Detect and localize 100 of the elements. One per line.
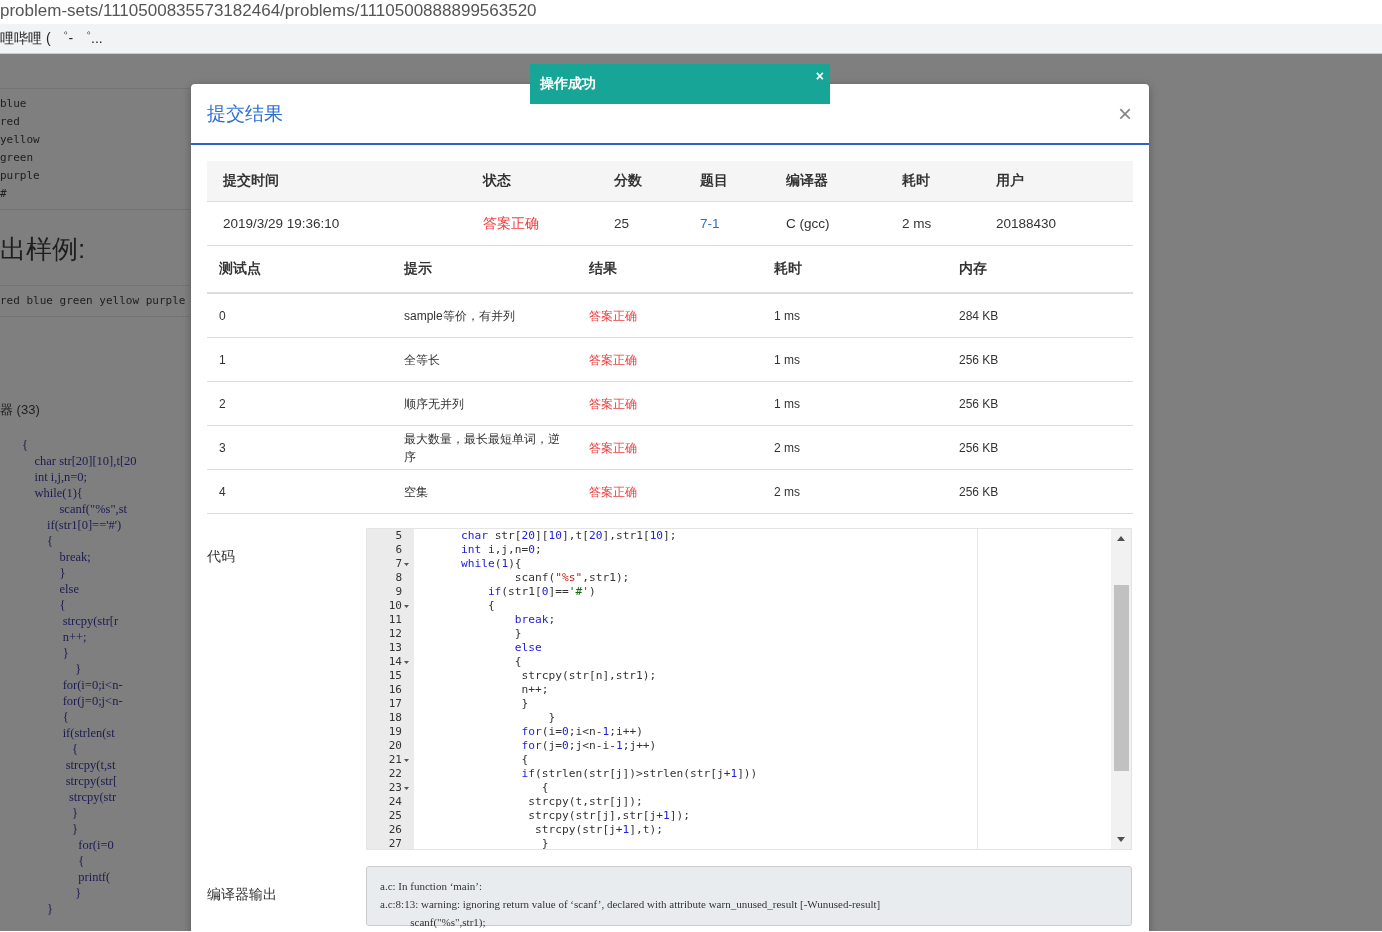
code-line: strcpy(str[j],str[j+1]);: [527, 809, 690, 823]
section-heading: 出样例:: [0, 234, 86, 264]
line-number: 8: [394, 571, 403, 585]
code-line: {: [513, 655, 522, 669]
line-number: 22: [387, 767, 403, 781]
close-button[interactable]: ×: [815, 68, 824, 84]
line-number: 13: [387, 641, 403, 655]
column-header: 用户: [980, 161, 1133, 202]
code-line: {: [520, 753, 529, 767]
code-line: strcpy(str[r: [61, 613, 120, 629]
table-cell: 顺序无并列: [392, 382, 577, 426]
code-line: char str[20][10],t[20: [33, 453, 138, 469]
code-line: {: [61, 709, 70, 725]
code-line: int i,j,n=0;: [33, 469, 89, 485]
table-cell: 256 KB: [947, 426, 1133, 470]
line-number: 10: [367, 599, 414, 613]
line-number: 23: [367, 781, 414, 795]
output-line: scanf("%s",str1);: [409, 915, 487, 930]
code-line: }: [513, 627, 522, 641]
column-header: 状态: [467, 161, 598, 202]
code-line: for(j=0;j<n-: [61, 693, 124, 709]
column-header: 分数: [598, 161, 684, 202]
line-number: 9: [394, 585, 403, 599]
line-number: 11: [387, 613, 403, 627]
status-text: 答案正确: [577, 470, 762, 514]
code-line: char str[20][10],t[20],str1[10];: [459, 529, 677, 543]
column-header: 提交时间: [207, 161, 467, 202]
line-number: 27: [387, 837, 403, 849]
code-line: }: [547, 711, 556, 725]
table-cell: 0: [207, 294, 392, 338]
code-line: n++;: [61, 629, 88, 645]
line-number: 17: [387, 697, 403, 711]
code-line: }: [74, 661, 83, 677]
code-line: }: [520, 697, 529, 711]
table-cell: 1 ms: [762, 294, 947, 338]
status-text: 答案正确: [577, 426, 762, 470]
line-number: 18: [387, 711, 403, 725]
line-number: 19: [387, 725, 403, 739]
code-line: for(i=0;i<n-: [61, 677, 124, 693]
table-cell: 1 ms: [762, 382, 947, 426]
table-cell: 1 ms: [762, 338, 947, 382]
scroll-down-icon[interactable]: [1117, 837, 1125, 843]
sample-line: yellow: [0, 132, 41, 148]
output-line: a.c: In function ‘main’:: [380, 879, 484, 894]
status-text: 答案正确: [577, 338, 762, 382]
table-cell: 全等长: [392, 338, 577, 382]
scrollbar[interactable]: [1111, 529, 1131, 849]
code-line: while(1){: [33, 485, 84, 501]
line-number: 24: [387, 795, 403, 809]
table-cell: 284 KB: [947, 294, 1133, 338]
line-number: 14: [367, 655, 414, 669]
code-line: }: [74, 885, 83, 901]
code-line: for(j=0;j<n-i-1;j++): [520, 739, 657, 753]
table-cell: 1: [207, 338, 392, 382]
code-line: strcpy(t,st: [64, 757, 117, 773]
code-line: int i,j,n=0;: [459, 543, 542, 557]
code-line: strcpy(t,str[j]);: [527, 795, 643, 809]
code-line: {: [46, 533, 54, 549]
toast-message: 操作成功: [540, 75, 596, 93]
code-line: strcpy(str[j+1],t);: [534, 823, 664, 837]
code-line: if(strlen(str[j])>strlen(str[j+1])): [520, 767, 758, 781]
line-number: 5: [394, 529, 403, 543]
code-line: if(str1[0]=='#'): [486, 585, 596, 599]
code-line: break;: [513, 613, 556, 627]
scroll-up-icon[interactable]: [1117, 535, 1125, 541]
bookmark-item[interactable]: 哩哔哩 ( ゜- ゜...: [0, 30, 103, 46]
code-line: }: [58, 565, 67, 581]
code-line: break;: [58, 549, 92, 565]
close-button[interactable]: ×: [1118, 99, 1132, 128]
code-line: }: [61, 645, 70, 661]
column-header: 编译器: [770, 161, 886, 202]
table-cell: sample等价，有并列: [392, 294, 577, 338]
problem-link[interactable]: 7-1: [700, 214, 720, 233]
code-line: {: [58, 597, 67, 613]
code-line: if(str1[0]=='#'): [46, 517, 123, 533]
status-text: 答案正确: [577, 294, 762, 338]
code-line: {: [21, 437, 29, 453]
submissions-label: 器 (33): [0, 402, 40, 417]
sample-line: purple: [0, 168, 41, 184]
code-line: n++;: [520, 683, 549, 697]
sample-line: red: [0, 114, 21, 130]
code-line: printf(: [77, 869, 112, 885]
code-line: scanf("%s",st: [58, 501, 128, 517]
table-cell: 256 KB: [947, 338, 1133, 382]
table-cell: 3: [207, 426, 392, 470]
code-line: while(1){: [459, 557, 522, 571]
code-line: {: [77, 853, 86, 869]
code-line: else: [513, 641, 542, 655]
line-number: 20: [387, 739, 403, 753]
table-cell: 空集: [392, 470, 577, 514]
code-line: for(i=0;i<n-1;i++): [520, 725, 643, 739]
code-line: {: [486, 599, 495, 613]
sample-line: red blue green yellow purple: [0, 293, 187, 309]
line-number: 6: [394, 543, 403, 557]
output-line: a.c:8:13: warning: ignoring return value of ‘scanf’, declared with attribute warn_unused_result [-Wunused-result]: [380, 897, 882, 912]
section-label: 编译器输出: [207, 886, 278, 904]
line-number: 7: [367, 557, 414, 571]
code-line: strcpy(str[: [64, 773, 119, 789]
sample-line: green: [0, 150, 35, 166]
table-cell: 256 KB: [947, 470, 1133, 514]
